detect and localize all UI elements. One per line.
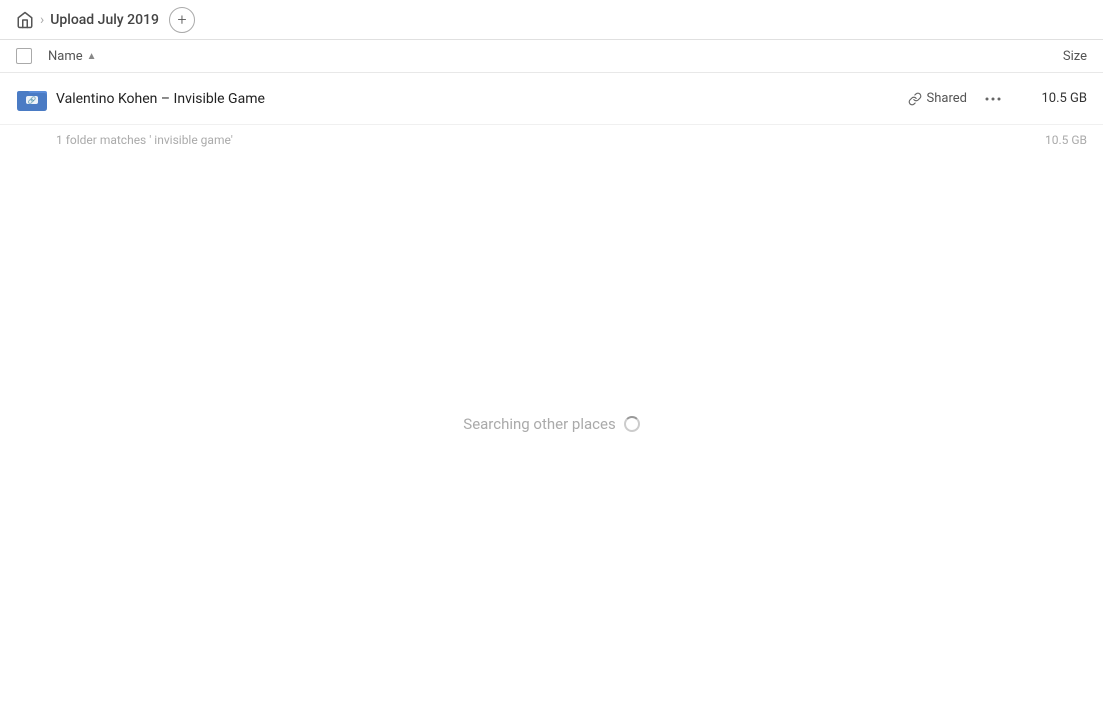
home-button[interactable] [16,11,34,29]
select-all-checkbox[interactable] [16,48,48,64]
svg-text:🔗: 🔗 [28,95,37,104]
file-name: Valentino Kohen – Invisible Game [48,91,908,107]
shared-badge: Shared [908,91,967,106]
more-options-button[interactable] [979,85,1007,113]
searching-label: Searching other places [463,415,615,433]
loading-spinner [624,416,640,432]
breadcrumb-separator: › [40,12,44,28]
column-headers: Name ▲ Size [0,40,1103,73]
size-column-header: Size [1007,49,1087,64]
searching-section: Searching other places [0,415,1103,433]
link-icon [908,92,922,106]
folder-link-icon: 🔗 [17,86,47,112]
sort-arrow-icon: ▲ [87,51,97,62]
folder-icon-wrapper: 🔗 [16,86,48,112]
breadcrumb-title: Upload July 2019 [50,12,159,28]
summary-row: 1 folder matches ' invisible game' 10.5 … [0,125,1103,155]
file-metadata: Shared [908,85,1007,113]
name-column-label: Name [48,49,83,64]
summary-size: 10.5 GB [1007,133,1087,147]
file-list-item[interactable]: 🔗 Valentino Kohen – Invisible Game Share… [0,73,1103,125]
file-size: 10.5 GB [1007,91,1087,106]
name-column-header[interactable]: Name ▲ [48,49,1007,64]
summary-text: 1 folder matches ' invisible game' [56,133,233,147]
header: › Upload July 2019 + [0,0,1103,40]
checkbox[interactable] [16,48,32,64]
shared-label: Shared [927,91,967,106]
add-button[interactable]: + [169,7,195,33]
more-dots-icon [985,97,1001,101]
